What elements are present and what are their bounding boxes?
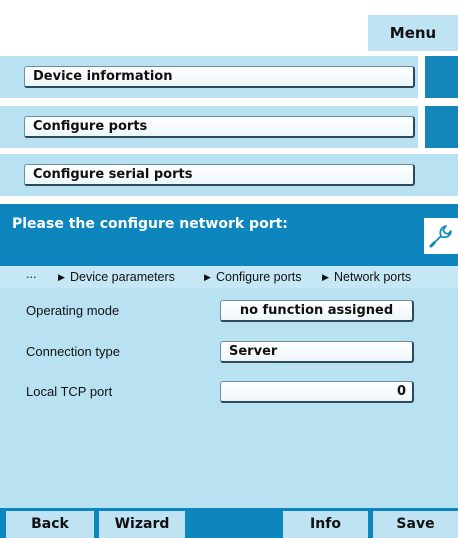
breadcrumb-arrow-icon: ▶ — [322, 272, 329, 282]
device-information-button[interactable]: Device information — [24, 66, 415, 88]
save-button[interactable]: Save — [373, 511, 458, 538]
breadcrumb-configure-ports[interactable]: Configure ports — [216, 266, 301, 288]
nav-separator — [418, 56, 425, 98]
nav-accent — [425, 56, 458, 98]
breadcrumb-arrow-icon: ▶ — [58, 272, 65, 282]
bottom-toolbar: Back Wizard Info Save — [0, 508, 458, 538]
breadcrumb-device-parameters[interactable]: Device parameters — [70, 266, 175, 288]
info-button[interactable]: Info — [283, 511, 368, 538]
nav-row-configure-serial-ports: Configure serial ports — [0, 154, 458, 196]
nav-row-device-information: Device information — [0, 56, 458, 98]
configure-serial-ports-button[interactable]: Configure serial ports — [24, 164, 415, 186]
local-tcp-port-input[interactable]: 0 — [220, 381, 414, 403]
back-button[interactable]: Back — [6, 511, 94, 538]
nav-separator — [418, 106, 425, 148]
connection-type-label: Connection type — [26, 344, 120, 359]
wizard-button[interactable]: Wizard — [99, 511, 185, 538]
panel-header: Please the configure network port: — [0, 204, 458, 266]
operating-mode-label: Operating mode — [26, 303, 120, 318]
operating-mode-select[interactable]: no function assigned — [220, 300, 414, 322]
nav-row-configure-ports: Configure ports — [0, 106, 458, 148]
wrench-icon[interactable] — [424, 218, 458, 254]
settings-area: Operating mode no function assigned Conn… — [0, 288, 458, 508]
menu-button[interactable]: Menu — [368, 15, 458, 51]
configure-ports-button[interactable]: Configure ports — [24, 116, 415, 138]
local-tcp-port-label: Local TCP port — [26, 384, 113, 399]
panel-title: Please the configure network port: — [12, 216, 288, 232]
breadcrumb-network-ports: Network ports — [334, 270, 412, 284]
breadcrumb: ... ▶ Device parameters ▶ Configure port… — [0, 266, 458, 288]
breadcrumb-arrow-icon: ▶ — [204, 272, 211, 282]
connection-type-select[interactable]: Server — [220, 341, 414, 363]
nav-accent — [425, 106, 458, 148]
breadcrumb-ellipsis[interactable]: ... — [26, 266, 36, 285]
